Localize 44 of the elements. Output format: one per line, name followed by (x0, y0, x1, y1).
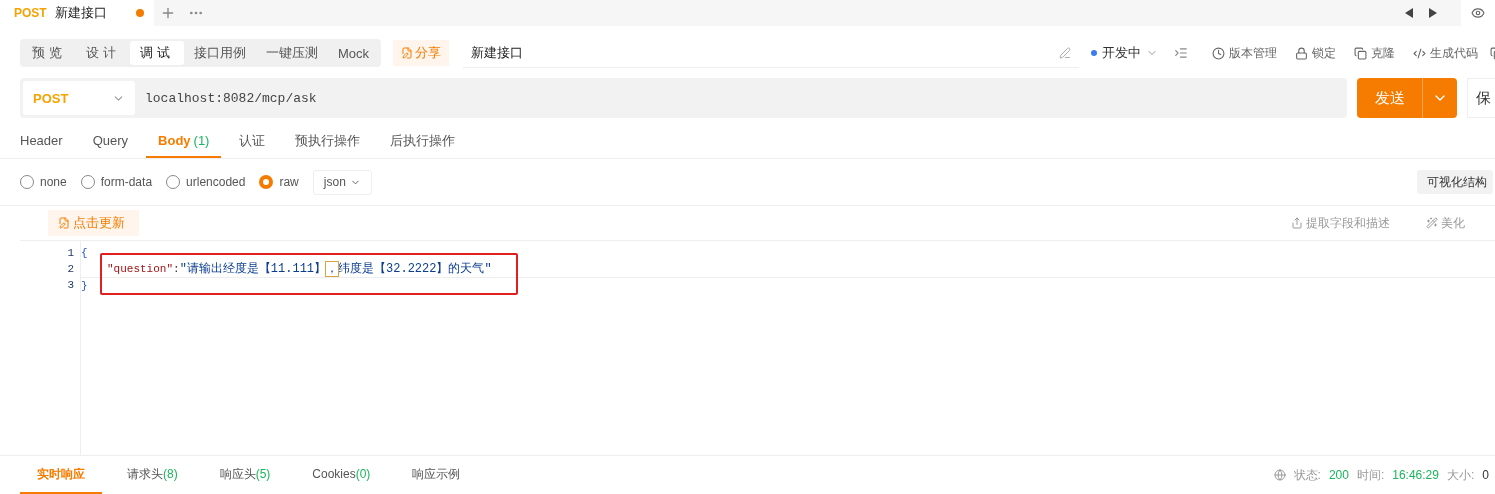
status-select[interactable]: 开发中 (1091, 44, 1159, 62)
name-field[interactable]: 新建接口 (463, 38, 1080, 68)
response-tab[interactable]: Cookies(0) (295, 456, 388, 494)
line-number: 2 (66, 262, 75, 277)
status-label: 状态: (1293, 466, 1321, 484)
code-line: } (81, 279, 89, 294)
param-tab[interactable]: Header (20, 125, 75, 158)
param-tab[interactable]: Query (80, 125, 141, 158)
size-value: 0 (1482, 468, 1489, 482)
mode-tab[interactable]: Mock (328, 41, 380, 65)
tab-title: 新建接口 (54, 4, 108, 22)
time-label: 时间: (1356, 466, 1385, 484)
mode-tab[interactable]: 调试 (130, 41, 184, 65)
method-label: POST (14, 6, 47, 20)
toolbar-button[interactable]: 锁定 (1295, 44, 1337, 62)
line-number: 1 (66, 246, 75, 261)
size-label: 大小: (1446, 466, 1475, 484)
toolbar-button[interactable]: 克隆 (1354, 44, 1396, 62)
mode-tab[interactable]: 接口用例 (184, 41, 256, 65)
status-code: 200 (1328, 468, 1349, 482)
param-tab[interactable]: 认证 (227, 125, 278, 158)
time-value: 16:46:29 (1392, 468, 1439, 482)
file-tab[interactable]: POST 新建接口 (0, 0, 154, 26)
mode-tab[interactable]: 一键压测 (256, 41, 328, 65)
url-field[interactable]: localhost:8082/mcp/ask (135, 90, 317, 106)
body-type-radio[interactable]: form-data (80, 175, 153, 189)
line-number: 3 (66, 278, 75, 293)
param-tab[interactable]: 预执行操作 (283, 125, 373, 158)
response-tab[interactable]: 响应头(5) (202, 456, 288, 494)
toolbar-button[interactable]: 版本管理 (1212, 44, 1278, 62)
toolbar-button[interactable]: 生成代码 (1413, 44, 1479, 62)
mode-tab[interactable]: 预览 (22, 41, 76, 65)
response-tab[interactable]: 请求头(8) (110, 456, 195, 494)
body-type-radio[interactable]: raw (259, 175, 299, 189)
mode-tab[interactable]: 设计 (76, 41, 130, 65)
response-tab[interactable]: 响应示例 (395, 456, 478, 494)
format-select[interactable]: json (312, 169, 372, 195)
visual-structure-button[interactable]: 可视化结构 (1417, 170, 1493, 194)
save-button[interactable]: 保 (1467, 78, 1495, 118)
body-type-radio[interactable]: none (20, 175, 67, 189)
code-line: "question":"请输出经度是【11.111】，纬度是【32.2222】的天气" (81, 261, 1495, 278)
param-tab[interactable]: 后执行操作 (378, 125, 468, 158)
body-type-radio[interactable]: urlencoded (166, 175, 246, 189)
code-line: { (81, 246, 89, 261)
